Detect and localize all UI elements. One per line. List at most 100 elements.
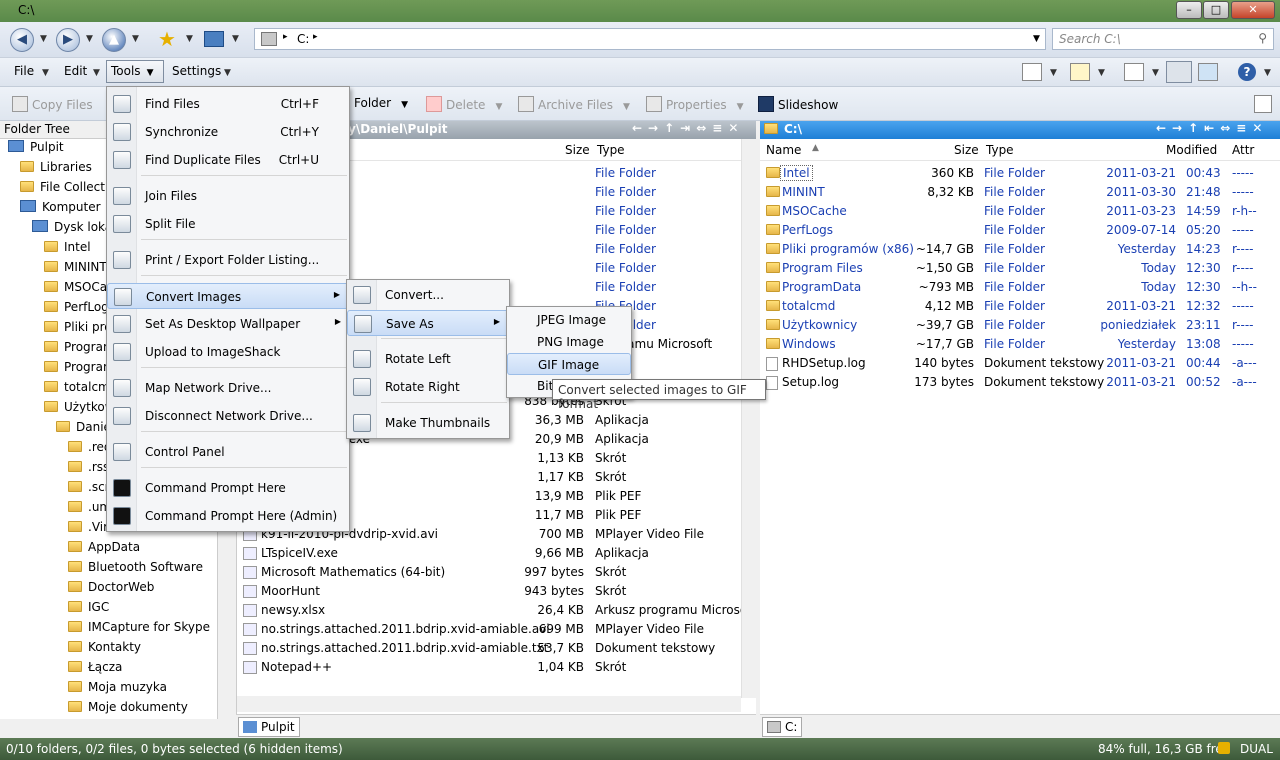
column-type-right[interactable]: Type <box>986 143 1014 157</box>
tree-item[interactable]: MSOCac <box>44 280 114 300</box>
edit-layout-icon[interactable] <box>1070 63 1090 81</box>
forward-history-icon[interactable]: ▼ <box>86 34 93 44</box>
table-row[interactable]: PerfLogs File Folder 2009-07-14 05:20 ----- <box>760 221 1280 240</box>
back-history-icon[interactable]: ▼ <box>40 34 47 44</box>
table-row[interactable]: Pliki programów (x86) ~14,7 GB File Folder… <box>760 240 1280 259</box>
tree-item[interactable]: Dysk lokal <box>32 220 115 240</box>
tab-c[interactable]: C: <box>762 717 803 737</box>
options-icon[interactable] <box>1254 95 1272 113</box>
up-dropdown-icon[interactable]: ▼ <box>132 34 139 44</box>
properties-button[interactable]: Properties ▼ <box>646 96 744 112</box>
archive-files-button[interactable]: Archive Files ▼ <box>518 96 630 112</box>
table-row[interactable]: MoorHunt 943 bytes Skrót <box>237 582 756 601</box>
menu-edit[interactable]: Edit <box>64 64 87 78</box>
tree-item[interactable]: File Collecti <box>20 180 108 200</box>
table-row[interactable]: MSOCache File Folder 2011-03-23 14:59 r-h-- <box>760 202 1280 221</box>
convert-menu-item[interactable]: Convert... <box>347 282 509 308</box>
tree-item[interactable]: Użytkow <box>44 400 115 420</box>
save-as-menu-item[interactable]: PNG Image <box>507 331 631 353</box>
column-size[interactable]: Size <box>565 143 590 157</box>
tools-menu-item[interactable]: Map Network Drive... <box>107 375 349 401</box>
convert-menu-item[interactable]: Rotate Right <box>347 374 509 400</box>
table-row[interactable]: Microsoft Mathematics (64-bit) 997 bytes S… <box>237 563 756 582</box>
pane-nav-icons-right[interactable]: ←→↑⇤⇔≡✕ <box>1156 121 1268 135</box>
tools-menu-item[interactable]: Join Files <box>107 183 349 209</box>
new-folder-button[interactable]: Folder ▼ <box>354 96 408 110</box>
help-icon[interactable]: ? <box>1238 63 1256 81</box>
tree-item[interactable]: Libraries <box>20 160 92 180</box>
dual-pane-icon[interactable] <box>1166 61 1192 83</box>
tree-item[interactable]: Łącza <box>68 660 122 680</box>
tools-menu-item[interactable]: Set As Desktop Wallpaper ▶ <box>107 311 349 337</box>
tools-menu-item[interactable]: Command Prompt Here (Admin) <box>107 503 349 529</box>
search-input[interactable]: Search C:\ ⚲ <box>1052 28 1274 50</box>
tree-item[interactable]: Program <box>44 340 115 360</box>
save-as-menu-item[interactable]: JPEG Image <box>507 309 631 331</box>
tools-menu-item[interactable]: Convert Images ▶ <box>107 283 349 309</box>
minimize-button[interactable]: – <box>1176 1 1202 19</box>
address-bar[interactable]: ▸ C: ▸ ▼ <box>254 28 1046 50</box>
table-row[interactable]: Użytkownicy ~39,7 GB File Folder poniedział… <box>760 316 1280 335</box>
layout-icon[interactable] <box>1124 63 1144 81</box>
menu-settings[interactable]: Settings <box>172 64 221 78</box>
maximize-button[interactable]: □ <box>1203 1 1229 19</box>
middle-vertical-scrollbar[interactable] <box>741 139 756 698</box>
tree-item[interactable]: Bluetooth Software <box>68 560 203 580</box>
tools-menu-item[interactable]: Command Prompt Here <box>107 475 349 501</box>
tree-item[interactable]: Intel <box>44 240 91 260</box>
convert-menu-item[interactable]: Save As ▶ <box>347 310 509 336</box>
right-pane-path[interactable]: C:\ ←→↑⇤⇔≡✕ <box>760 121 1280 139</box>
convert-menu-item[interactable]: Rotate Left <box>347 346 509 372</box>
tools-menu-item[interactable]: Synchronize Ctrl+Y <box>107 119 349 145</box>
breadcrumb-arrow-2[interactable]: ▸ <box>313 32 318 42</box>
table-row[interactable]: LTspiceIV.exe 9,66 MB Aplikacja <box>237 544 756 563</box>
view-mode-icon[interactable] <box>1022 63 1042 81</box>
tree-item[interactable]: Moja muzyka <box>68 680 167 700</box>
column-size-right[interactable]: Size <box>954 143 979 157</box>
tools-menu-item[interactable]: Split File <box>107 211 349 237</box>
search-icon[interactable]: ⚲ <box>1258 31 1267 45</box>
menu-file[interactable]: File <box>14 64 34 78</box>
up-icon[interactable]: ▲ <box>102 28 126 52</box>
tree-item[interactable]: IGC <box>68 600 109 620</box>
right-file-pane[interactable]: Name ▲ Size Type Modified Attr Intel 360 … <box>760 139 1280 714</box>
breadcrumb-arrow[interactable]: ▸ <box>283 32 288 42</box>
tree-item[interactable]: Kontakty <box>68 640 141 660</box>
tools-menu-item[interactable]: Print / Export Folder Listing... <box>107 247 349 273</box>
tree-item[interactable]: MININT <box>44 260 107 280</box>
tree-item[interactable]: AppData <box>68 540 140 560</box>
tools-menu-item[interactable]: Find Duplicate Files Ctrl+U <box>107 147 349 173</box>
table-row[interactable]: MININT 8,32 KB File Folder 2011-03-30 21:48-… <box>760 183 1280 202</box>
computer-dropdown-icon[interactable]: ▼ <box>232 34 239 44</box>
tools-menu-item[interactable]: Find Files Ctrl+F <box>107 91 349 117</box>
back-icon[interactable]: ◀ <box>10 28 34 52</box>
tools-menu-item[interactable]: Control Panel <box>107 439 349 465</box>
tools-menu-item[interactable]: Upload to ImageShack <box>107 339 349 365</box>
tree-item[interactable]: DoctorWeb <box>68 580 154 600</box>
tree-item[interactable]: totalcm <box>44 380 110 400</box>
table-row[interactable]: no.strings.attached.2011.bdrip.xvid-amia… <box>237 620 756 639</box>
forward-icon[interactable]: ▶ <box>56 28 80 52</box>
column-name[interactable]: Name <box>766 143 801 157</box>
breadcrumb-drive[interactable]: C: <box>297 32 309 46</box>
delete-button[interactable]: Delete ▼ <box>426 96 502 112</box>
tree-item[interactable]: Program <box>44 360 115 380</box>
table-row[interactable]: totalcmd 4,12 MB File Folder 2011-03-21 12:3… <box>760 297 1280 316</box>
pane-nav-icons[interactable]: ←→↑⇥⇔≡✕ <box>632 121 744 135</box>
favorites-dropdown-icon[interactable]: ▼ <box>186 34 193 44</box>
table-row[interactable]: Windows ~17,7 GB File Folder Yesterday 13:08… <box>760 335 1280 354</box>
column-attr[interactable]: Attr <box>1232 143 1254 157</box>
table-row[interactable]: Intel 360 KB File Folder 2011-03-21 00:43 ---… <box>760 164 1280 183</box>
tree-item[interactable]: Pliki pro <box>44 320 112 340</box>
slideshow-button[interactable]: Slideshow <box>758 96 838 112</box>
table-row[interactable]: RHDSetup.log 140 bytes Dokument tekstowy 20… <box>760 354 1280 373</box>
copy-files-button[interactable]: Copy Files <box>12 96 93 112</box>
tab-pulpit[interactable]: Pulpit <box>238 717 300 737</box>
column-modified[interactable]: Modified <box>1166 143 1217 157</box>
tools-menu-item[interactable]: Disconnect Network Drive... <box>107 403 349 429</box>
tree-item[interactable]: Moje dokumenty <box>68 700 188 719</box>
computer-icon[interactable] <box>204 31 224 47</box>
table-row[interactable]: ProgramData ~793 MB File Folder Today 12:30-… <box>760 278 1280 297</box>
table-row[interactable]: Setup.log 173 bytes Dokument tekstowy 2011-… <box>760 373 1280 392</box>
tree-item[interactable]: IMCapture for Skype <box>68 620 210 640</box>
